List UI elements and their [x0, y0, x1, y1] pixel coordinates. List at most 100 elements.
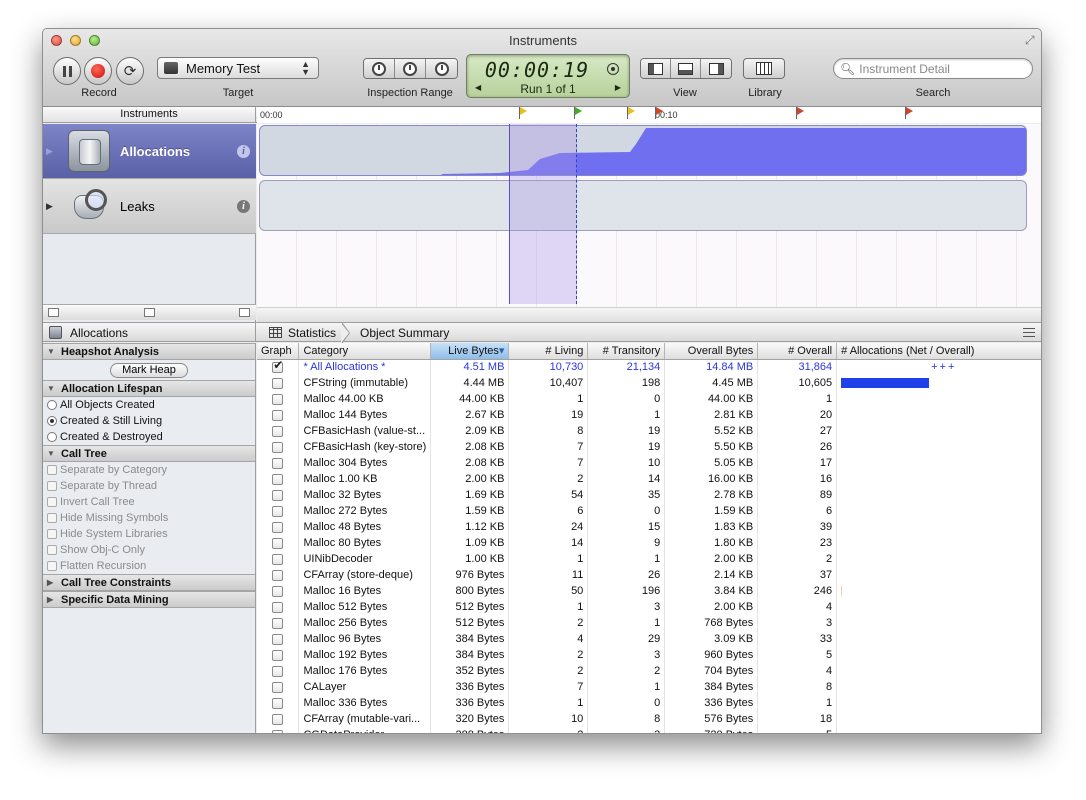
inspection-range-band[interactable] [509, 124, 577, 304]
table-row[interactable]: Malloc 256 Bytes 512 Bytes 2 1 768 Bytes 3 [257, 615, 1041, 631]
breadcrumb-object-summary[interactable]: Object Summary [360, 326, 449, 340]
lifespan-option[interactable]: Created & Destroyed [43, 429, 255, 445]
call-tree-option[interactable]: Separate by Category [43, 462, 255, 478]
table-row[interactable]: Malloc 336 Bytes 336 Bytes 1 0 336 Bytes 1 [257, 695, 1041, 711]
graph-checkbox[interactable] [272, 457, 284, 469]
section-call-tree-constraints[interactable]: ▶ Call Tree Constraints [43, 574, 255, 591]
next-run-icon[interactable]: ▶ [615, 83, 621, 92]
graph-cell[interactable] [257, 455, 300, 471]
table-row[interactable]: Malloc 192 Bytes 384 Bytes 2 3 960 Bytes 5 [257, 647, 1041, 663]
checkbox[interactable] [47, 545, 57, 555]
graph-cell[interactable] [257, 423, 300, 439]
set-inspection-end-button[interactable] [426, 59, 457, 78]
column-header[interactable]: Overall Bytes [664, 343, 759, 360]
call-tree-option[interactable]: Separate by Thread [43, 478, 255, 494]
graph-checkbox[interactable] [272, 393, 284, 405]
graph-cell[interactable] [257, 391, 300, 407]
graph-checkbox[interactable] [272, 553, 284, 565]
column-header[interactable]: # Living [508, 343, 589, 360]
info-icon[interactable]: i [237, 199, 250, 213]
graph-cell[interactable] [257, 407, 300, 423]
flag-icon[interactable] [796, 107, 804, 119]
graph-checkbox[interactable] [272, 729, 284, 733]
column-header[interactable]: Live Bytes▾ [430, 343, 510, 360]
section-heapshot-analysis[interactable]: ▼ Heapshot Analysis [43, 343, 255, 360]
search-field[interactable]: 🔍︎ [833, 58, 1033, 79]
call-tree-option[interactable]: Hide System Libraries [43, 526, 255, 542]
clear-inspection-range-button[interactable] [395, 59, 426, 78]
graph-checkbox[interactable] [272, 585, 284, 597]
graph-checkbox[interactable] [272, 601, 284, 613]
instrument-row-leaks[interactable]: ▶ Leaks i [43, 179, 256, 234]
table-row[interactable]: Malloc 304 Bytes 2.08 KB 7 10 5.05 KB 17 [257, 455, 1041, 471]
graph-checkbox[interactable] [272, 377, 284, 389]
table-row[interactable]: Malloc 144 Bytes 2.67 KB 19 1 2.81 KB 20 [257, 407, 1041, 423]
lifespan-option[interactable]: Created & Still Living [43, 413, 255, 429]
playhead[interactable] [576, 124, 577, 304]
table-row[interactable]: Malloc 272 Bytes 1.59 KB 6 0 1.59 KB 6 [257, 503, 1041, 519]
loop-button[interactable]: ⟳ [116, 57, 144, 85]
table-row[interactable]: Malloc 44.00 KB 44.00 KB 1 0 44.00 KB 1 [257, 391, 1041, 407]
graph-checkbox[interactable] [272, 697, 284, 709]
table-row[interactable]: Malloc 32 Bytes 1.69 KB 54 35 2.78 KB 89 [257, 487, 1041, 503]
instrument-row-allocations[interactable]: ▶ Allocations i [43, 124, 256, 179]
call-tree-option[interactable]: Hide Missing Symbols [43, 510, 255, 526]
table-row[interactable]: Malloc 16 Bytes 800 Bytes 50 196 3.84 KB 246 [257, 583, 1041, 599]
graph-cell[interactable] [257, 375, 300, 391]
detail-instrument-selector[interactable]: Allocations [43, 323, 256, 342]
graph-cell[interactable] [257, 487, 300, 503]
info-icon[interactable]: i [237, 144, 250, 158]
table-row[interactable]: Malloc 512 Bytes 512 Bytes 1 3 2.00 KB 4 [257, 599, 1041, 615]
graph-cell[interactable] [257, 503, 300, 519]
radio-button[interactable] [47, 416, 57, 426]
graph-checkbox[interactable] [272, 649, 284, 661]
table-row[interactable]: Malloc 48 Bytes 1.12 KB 24 15 1.83 KB 39 [257, 519, 1041, 535]
table-row[interactable]: CFBasicHash (value-st... 2.09 KB 8 19 5.52 K… [257, 423, 1041, 439]
section-allocation-lifespan[interactable]: ▼ Allocation Lifespan [43, 380, 255, 397]
flag-icon[interactable] [627, 107, 635, 119]
checkbox[interactable] [47, 481, 57, 491]
graph-cell[interactable] [257, 519, 300, 535]
graph-checkbox[interactable] [272, 473, 284, 485]
disclosure-triangle-icon[interactable]: ▶ [46, 201, 58, 212]
graph-checkbox[interactable] [272, 441, 284, 453]
target-popup[interactable]: Memory Test ▲ ▼ [157, 57, 319, 79]
table-row[interactable]: Malloc 80 Bytes 1.09 KB 14 9 1.80 KB 23 [257, 535, 1041, 551]
graph-cell[interactable] [257, 535, 300, 551]
disclosure-triangle-icon[interactable]: ▶ [46, 146, 58, 157]
graph-checkbox[interactable] [272, 489, 284, 501]
graph-checkbox[interactable] [272, 425, 284, 437]
checkbox[interactable] [47, 513, 57, 523]
lifespan-option[interactable]: All Objects Created [43, 397, 255, 413]
track-graph-area[interactable] [257, 124, 1041, 322]
toggle-bottom-pane-button[interactable] [671, 59, 701, 78]
table-row[interactable]: CFArray (store-deque) 976 Bytes 11 26 2.14 K… [257, 567, 1041, 583]
table-row[interactable]: Malloc 96 Bytes 384 Bytes 4 29 3.09 KB 33 [257, 631, 1041, 647]
column-header[interactable]: # Transitory [587, 343, 666, 360]
section-specific-data-mining[interactable]: ▶ Specific Data Mining [43, 591, 255, 608]
checkbox[interactable] [47, 465, 57, 475]
menu-icon[interactable] [1023, 328, 1035, 337]
pause-button[interactable] [53, 57, 81, 85]
track-zoom-icon[interactable] [239, 308, 250, 317]
graph-cell[interactable] [257, 631, 300, 647]
graph-checkbox[interactable] [272, 409, 284, 421]
graph-cell[interactable] [257, 647, 300, 663]
section-call-tree[interactable]: ▼ Call Tree [43, 445, 255, 462]
table-row[interactable]: CALayer 336 Bytes 7 1 384 Bytes 8 [257, 679, 1041, 695]
graph-checkbox[interactable] [272, 681, 284, 693]
record-button[interactable] [84, 57, 112, 85]
flag-icon[interactable] [905, 107, 913, 119]
call-tree-option[interactable]: Flatten Recursion [43, 558, 255, 574]
graph-cell[interactable] [257, 679, 300, 695]
table-total-row[interactable]: * All Allocations *4.51 MB10,73021,13414… [257, 359, 1041, 375]
graph-checkbox[interactable] [272, 537, 284, 549]
graph-cell[interactable] [257, 439, 300, 455]
toggle-right-pane-button[interactable] [701, 59, 731, 78]
time-ruler[interactable]: 00:00 00:10 [257, 107, 1041, 123]
graph-checkbox[interactable] [272, 569, 284, 581]
toggle-left-pane-button[interactable] [641, 59, 671, 78]
graph-cell[interactable] [257, 599, 300, 615]
table-row[interactable]: CGDataProvider288 Bytes23720 Bytes5 [257, 727, 1041, 733]
playhead-flag-icon[interactable] [574, 107, 582, 119]
